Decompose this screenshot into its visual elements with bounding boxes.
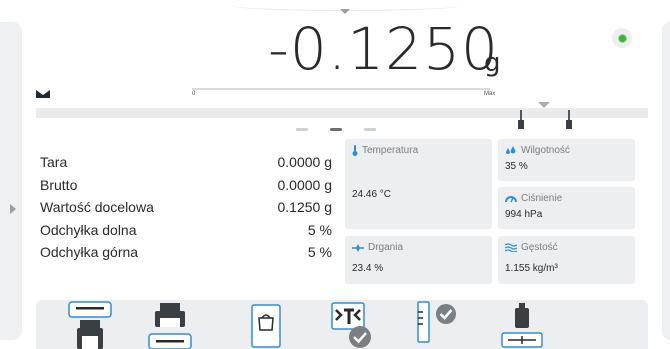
capacity-scale xyxy=(192,88,490,90)
thermometer-icon xyxy=(352,145,358,156)
set-tare-button[interactable] xyxy=(330,300,374,349)
left-side-panel-tab[interactable] xyxy=(0,22,22,340)
param-label: Tara xyxy=(40,154,68,171)
page-dot-active[interactable] xyxy=(330,128,342,131)
param-label: Wartość docelowa xyxy=(40,199,154,216)
param-label: Odchyłka dolna xyxy=(40,221,137,238)
droplets-icon xyxy=(506,145,516,154)
vibration-value: 23.4 % xyxy=(352,263,384,274)
page-dot[interactable] xyxy=(296,128,308,131)
temperature-widget[interactable]: Temperatura 24.46 °C xyxy=(345,139,492,229)
pressure-title: Ciśnienie xyxy=(521,193,563,204)
density-icon xyxy=(505,243,517,252)
table-row: Tara 0.0000 g xyxy=(40,151,332,174)
vibration-widget[interactable]: Drgania 23.4 % xyxy=(345,236,492,284)
status-led-icon xyxy=(612,28,632,48)
stable-indicator-icon xyxy=(36,90,50,98)
parameters-table: Tara 0.0000 g Brutto 0.0000 g Wartość doce… xyxy=(40,151,332,264)
target-marker-icon xyxy=(538,102,550,108)
page-dot[interactable] xyxy=(364,128,376,131)
tare-set-icon xyxy=(331,302,371,348)
tube-check-icon xyxy=(417,301,456,343)
pressure-widget[interactable]: Ciśnienie 994 hPa xyxy=(498,187,635,229)
pressure-value: 994 hPa xyxy=(505,209,543,220)
param-value: 0.0000 g xyxy=(277,154,333,171)
upper-threshold-icon xyxy=(566,110,572,129)
temperature-value: 24.46 °C xyxy=(352,189,392,200)
bag-icon xyxy=(251,304,281,348)
vibration-title: Drgania xyxy=(368,242,404,253)
table-row: Brutto 0.0000 g xyxy=(40,174,332,197)
page-indicator xyxy=(296,128,376,131)
print-header-icon xyxy=(68,301,112,349)
param-value: 0.0000 g xyxy=(277,176,333,193)
gauge-icon xyxy=(505,196,517,203)
param-value: 5 % xyxy=(307,244,332,261)
density-widget[interactable]: Gęstość 1.155 kg/m³ xyxy=(498,236,635,284)
param-value: 0.1250 g xyxy=(277,199,333,216)
weight-unit[interactable]: g xyxy=(484,48,501,78)
table-row: Wartość docelowa 0.1250 g xyxy=(40,196,332,219)
threshold-bar xyxy=(36,108,648,118)
humidity-widget[interactable]: Wilgotność 35 % xyxy=(498,139,635,181)
tare-bag-button[interactable] xyxy=(244,300,288,349)
weight-reading: -0.1250 xyxy=(268,15,499,83)
print-header-button[interactable] xyxy=(68,300,112,349)
scale-min-label: 0 xyxy=(192,91,196,97)
param-value: 5 % xyxy=(307,221,332,238)
vibration-icon xyxy=(352,243,364,252)
table-row: Odchyłka górna 5 % xyxy=(40,241,332,264)
temperature-title: Temperatura xyxy=(362,145,419,156)
param-label: Odchyłka górna xyxy=(40,244,139,261)
print-footer-button[interactable] xyxy=(148,300,192,349)
chevron-right-icon xyxy=(10,204,16,214)
humidity-title: Wilgotność xyxy=(521,145,570,156)
right-side-panel-tab[interactable] xyxy=(662,22,670,340)
lower-threshold-icon xyxy=(518,110,524,129)
table-row: Odchyłka dolna 5 % xyxy=(40,219,332,242)
humidity-value: 35 % xyxy=(505,161,528,172)
density-title: Gęstość xyxy=(521,242,558,253)
weight-icon xyxy=(501,303,543,348)
scale-max-label: Max xyxy=(484,91,496,97)
calibration-weight-button[interactable] xyxy=(500,300,544,349)
accept-target-button[interactable] xyxy=(414,300,458,349)
print-footer-icon xyxy=(148,303,192,349)
param-label: Brutto xyxy=(40,176,78,193)
density-value: 1.155 kg/m³ xyxy=(505,263,558,274)
